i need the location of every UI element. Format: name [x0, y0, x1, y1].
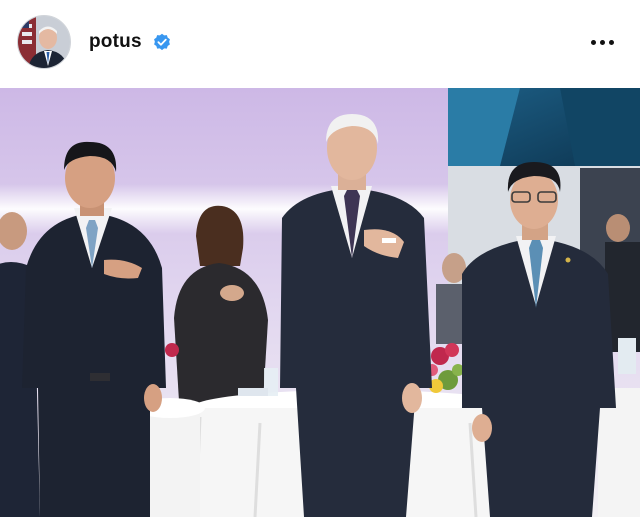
more-dot	[599, 39, 605, 45]
more-horizontal-icon	[590, 39, 596, 45]
verified-badge-icon	[154, 33, 170, 51]
post-photo-image	[0, 88, 640, 517]
post-header: potus	[0, 0, 640, 88]
post-photo[interactable]	[0, 88, 640, 517]
username[interactable]: potus	[89, 31, 142, 53]
more-options-button[interactable]	[585, 30, 619, 54]
avatar-image	[18, 16, 70, 68]
avatar[interactable]	[17, 15, 71, 69]
more-dot	[608, 39, 614, 45]
